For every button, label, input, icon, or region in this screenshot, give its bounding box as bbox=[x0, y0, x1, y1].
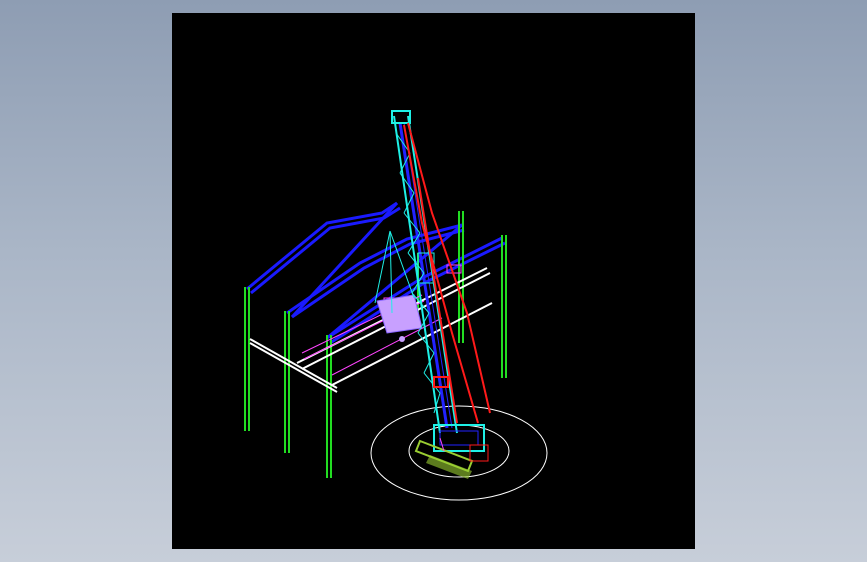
suspended-load bbox=[376, 294, 423, 342]
swing-radius-outer bbox=[370, 405, 548, 501]
crane-runway-rails bbox=[249, 267, 493, 393]
swing-radius-circles bbox=[370, 405, 548, 501]
cad-viewport[interactable] bbox=[172, 13, 695, 549]
crane-drawing bbox=[244, 110, 548, 501]
